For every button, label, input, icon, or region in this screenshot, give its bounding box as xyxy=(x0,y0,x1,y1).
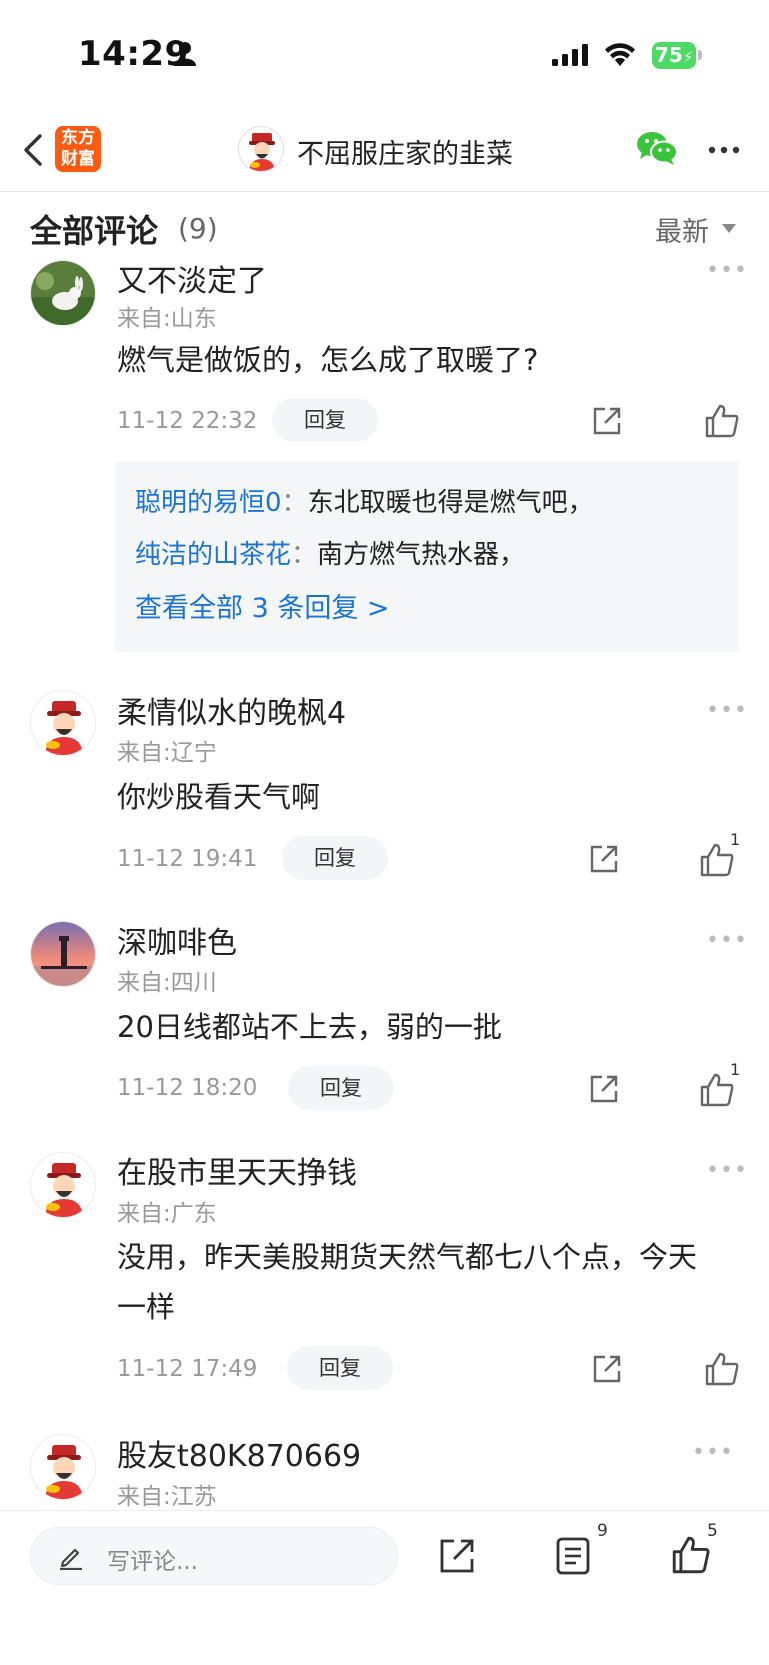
reply-text: 南方燃气热水器， xyxy=(317,540,526,570)
wifi-icon xyxy=(605,43,635,66)
user-location: 来自:四川 xyxy=(117,970,217,996)
comment-more-icon[interactable]: ••• xyxy=(706,698,748,723)
comment-text: 没用，昨天美股期货天然气都七八个点，今天一样 xyxy=(117,1240,698,1324)
lighthouse-sunset-photo-icon xyxy=(31,922,95,986)
user-avatar[interactable] xyxy=(30,1434,96,1500)
like-icon[interactable] xyxy=(705,404,739,438)
author-avatar[interactable] xyxy=(238,126,284,172)
share-icon[interactable] xyxy=(591,405,623,437)
sort-arrow-icon[interactable] xyxy=(722,224,736,233)
username[interactable]: 股友t80K870669 xyxy=(117,1431,361,1475)
user-location: 来自:辽宁 xyxy=(117,740,217,766)
caishen-avatar-icon xyxy=(31,1153,95,1217)
reply-preview[interactable]: 纯洁的山茶花：南方燃气热水器， xyxy=(135,534,525,571)
user-avatar[interactable] xyxy=(30,260,96,326)
like-icon[interactable] xyxy=(700,843,734,877)
user-location: 来自:山东 xyxy=(117,306,217,332)
comments-header: 全部评论 (9) 最新 xyxy=(0,192,769,256)
comment-timestamp: 11-12 17:49 xyxy=(117,1356,258,1382)
reply-button[interactable]: 回复 xyxy=(282,836,388,880)
reply-separator: ： xyxy=(291,540,318,570)
battery-indicator: 75⚡ xyxy=(652,42,696,69)
share-icon[interactable] xyxy=(588,843,620,875)
comment-more-icon[interactable]: ••• xyxy=(706,1158,748,1183)
comments-count: (9) xyxy=(178,212,218,245)
nav-bar: 东方 财富 不屈服庄家的韭菜 xyxy=(0,110,769,192)
page-title: 不屈服庄家的韭菜 xyxy=(297,139,513,170)
caishen-avatar-icon xyxy=(31,691,95,755)
logo-line-2: 财富 xyxy=(61,149,95,169)
comment-text: 燃气是做饭的，怎么成了取暖了? xyxy=(117,343,539,377)
user-location: 来自:江苏 xyxy=(117,1484,217,1510)
like-icon[interactable] xyxy=(672,1535,710,1575)
username[interactable]: 在股市里天天挣钱 xyxy=(117,1148,357,1192)
user-avatar[interactable] xyxy=(30,690,96,756)
reply-button[interactable]: 回复 xyxy=(287,1346,393,1390)
app-logo[interactable]: 东方 财富 xyxy=(55,126,101,172)
share-icon[interactable] xyxy=(588,1073,620,1105)
comment-timestamp: 11-12 19:41 xyxy=(117,846,258,872)
username[interactable]: 又不淡定了 xyxy=(117,256,267,300)
bottom-action-bar: 写评论... 9 5 xyxy=(0,1510,769,1665)
username[interactable]: 深咖啡色 xyxy=(117,918,237,962)
like-icon[interactable] xyxy=(700,1073,734,1107)
person-icon xyxy=(174,42,196,66)
comment-input[interactable]: 写评论... xyxy=(30,1527,398,1585)
comments-count-badge: 9 xyxy=(597,1521,608,1541)
view-all-replies-link[interactable]: 查看全部 3 条回复 > xyxy=(135,586,390,625)
signal-icon xyxy=(552,44,588,66)
charging-bolt-icon: ⚡ xyxy=(682,48,694,66)
comment-more-icon[interactable]: ••• xyxy=(706,928,748,953)
status-time: 14:29 xyxy=(78,34,189,74)
back-icon[interactable] xyxy=(18,130,50,170)
comment-timestamp: 11-12 22:32 xyxy=(117,408,258,434)
comments-title: 全部评论 xyxy=(30,212,159,250)
reply-text: 东北取暖也得是燃气吧， xyxy=(307,488,594,518)
user-location: 来自:广东 xyxy=(117,1201,217,1227)
battery-cap xyxy=(698,50,702,60)
wechat-icon[interactable] xyxy=(636,130,678,166)
caishen-avatar-icon xyxy=(249,133,275,171)
like-icon[interactable] xyxy=(705,1352,739,1386)
comments-list-icon[interactable] xyxy=(556,1537,590,1575)
like-count-badge: 5 xyxy=(707,1521,718,1541)
input-placeholder: 写评论... xyxy=(107,1549,198,1575)
battery-level: 75 xyxy=(655,43,683,67)
comment-timestamp: 11-12 18:20 xyxy=(117,1075,258,1101)
comment-more-icon[interactable]: ••• xyxy=(706,258,748,283)
comment-text: 你炒股看天气啊 xyxy=(117,780,321,814)
username[interactable]: 柔情似水的晚枫4 xyxy=(117,688,346,732)
user-avatar[interactable] xyxy=(30,921,96,987)
like-count: 1 xyxy=(730,830,741,849)
rabbit-photo-icon xyxy=(31,261,95,325)
reply-separator: ： xyxy=(281,488,308,518)
replies-box: 聪明的易恒0：东北取暖也得是燃气吧， 纯洁的山茶花：南方燃气热水器， 查看全部 … xyxy=(115,462,739,652)
reply-username[interactable]: 纯洁的山茶花 xyxy=(135,540,291,570)
sort-dropdown[interactable]: 最新 xyxy=(655,210,709,249)
caishen-avatar-icon xyxy=(31,1435,95,1499)
pencil-icon xyxy=(60,1548,82,1570)
status-bar: 14:29 75⚡ xyxy=(0,0,769,110)
user-avatar[interactable] xyxy=(30,1152,96,1218)
more-icon[interactable] xyxy=(708,146,740,154)
comment-text: 20日线都站不上去，弱的一批 xyxy=(117,1010,502,1044)
comment-more-icon[interactable]: ••• xyxy=(692,1440,734,1465)
reply-preview[interactable]: 聪明的易恒0：东北取暖也得是燃气吧， xyxy=(135,482,594,519)
share-icon[interactable] xyxy=(591,1353,623,1385)
like-count: 1 xyxy=(730,1060,741,1079)
reply-button[interactable]: 回复 xyxy=(272,398,378,442)
reply-button[interactable]: 回复 xyxy=(288,1066,394,1110)
logo-line-1: 东方 xyxy=(61,128,95,148)
share-icon[interactable] xyxy=(438,1537,476,1575)
reply-username[interactable]: 聪明的易恒0 xyxy=(135,488,282,518)
